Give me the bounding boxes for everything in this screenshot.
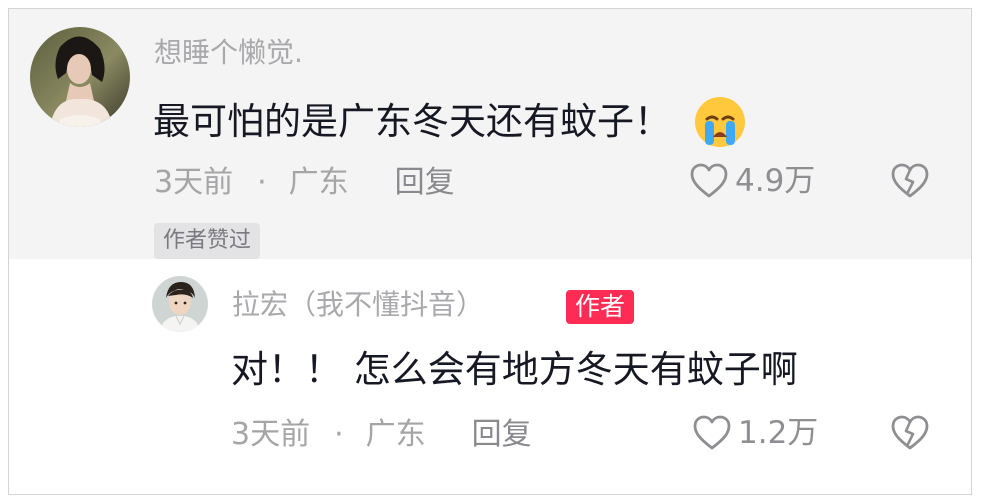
reply-dislike-button[interactable] — [890, 414, 930, 456]
meta-separator: · — [334, 417, 344, 452]
reply-like-count: 1.2万 — [738, 415, 819, 451]
heart-icon — [693, 415, 731, 450]
reply-meta: 3天前 · 广东 回复 — [231, 417, 532, 453]
reply-time: 3天前 — [231, 417, 311, 452]
replier-username[interactable]: 拉宏（我不懂抖音） — [232, 288, 484, 322]
reply-reply-button[interactable]: 回复 — [472, 417, 532, 453]
broken-heart-icon — [891, 163, 929, 198]
reply-button[interactable]: 回复 — [395, 165, 455, 201]
replier-avatar[interactable] — [152, 276, 208, 332]
author-liked-badge: 作者赞过 — [154, 223, 261, 259]
comment-meta: 3天前 · 广东 回复 — [154, 165, 455, 201]
comment-text: 最可怕的是广东冬天还有蚊子！ — [153, 95, 747, 149]
commenter-avatar[interactable] — [30, 27, 130, 127]
author-tag: 作者 — [566, 290, 635, 324]
comment-location: 广东 — [288, 165, 349, 200]
crying-face-icon — [693, 95, 747, 149]
reply-location: 广东 — [365, 417, 426, 452]
meta-separator: · — [257, 165, 267, 200]
reply-text: 对！！ 怎么会有地方冬天有蚊子啊 — [231, 348, 798, 391]
broken-heart-icon — [891, 415, 929, 450]
comment-text-body: 最可怕的是广东冬天还有蚊子！ — [153, 100, 671, 143]
reply-like-button[interactable]: 1.2万 — [692, 415, 818, 451]
comment-time: 3天前 — [154, 165, 234, 200]
heart-icon — [690, 163, 728, 198]
dislike-button[interactable] — [890, 162, 930, 204]
commenter-username[interactable]: 想睡个懒觉. — [154, 36, 303, 70]
comment-thread: 想睡个懒觉. 最可怕的是广东冬天还有蚊子！ 3天前 · 广东 回复 4.9万 作… — [8, 8, 972, 495]
like-count: 4.9万 — [735, 163, 816, 199]
like-button[interactable]: 4.9万 — [689, 163, 815, 199]
